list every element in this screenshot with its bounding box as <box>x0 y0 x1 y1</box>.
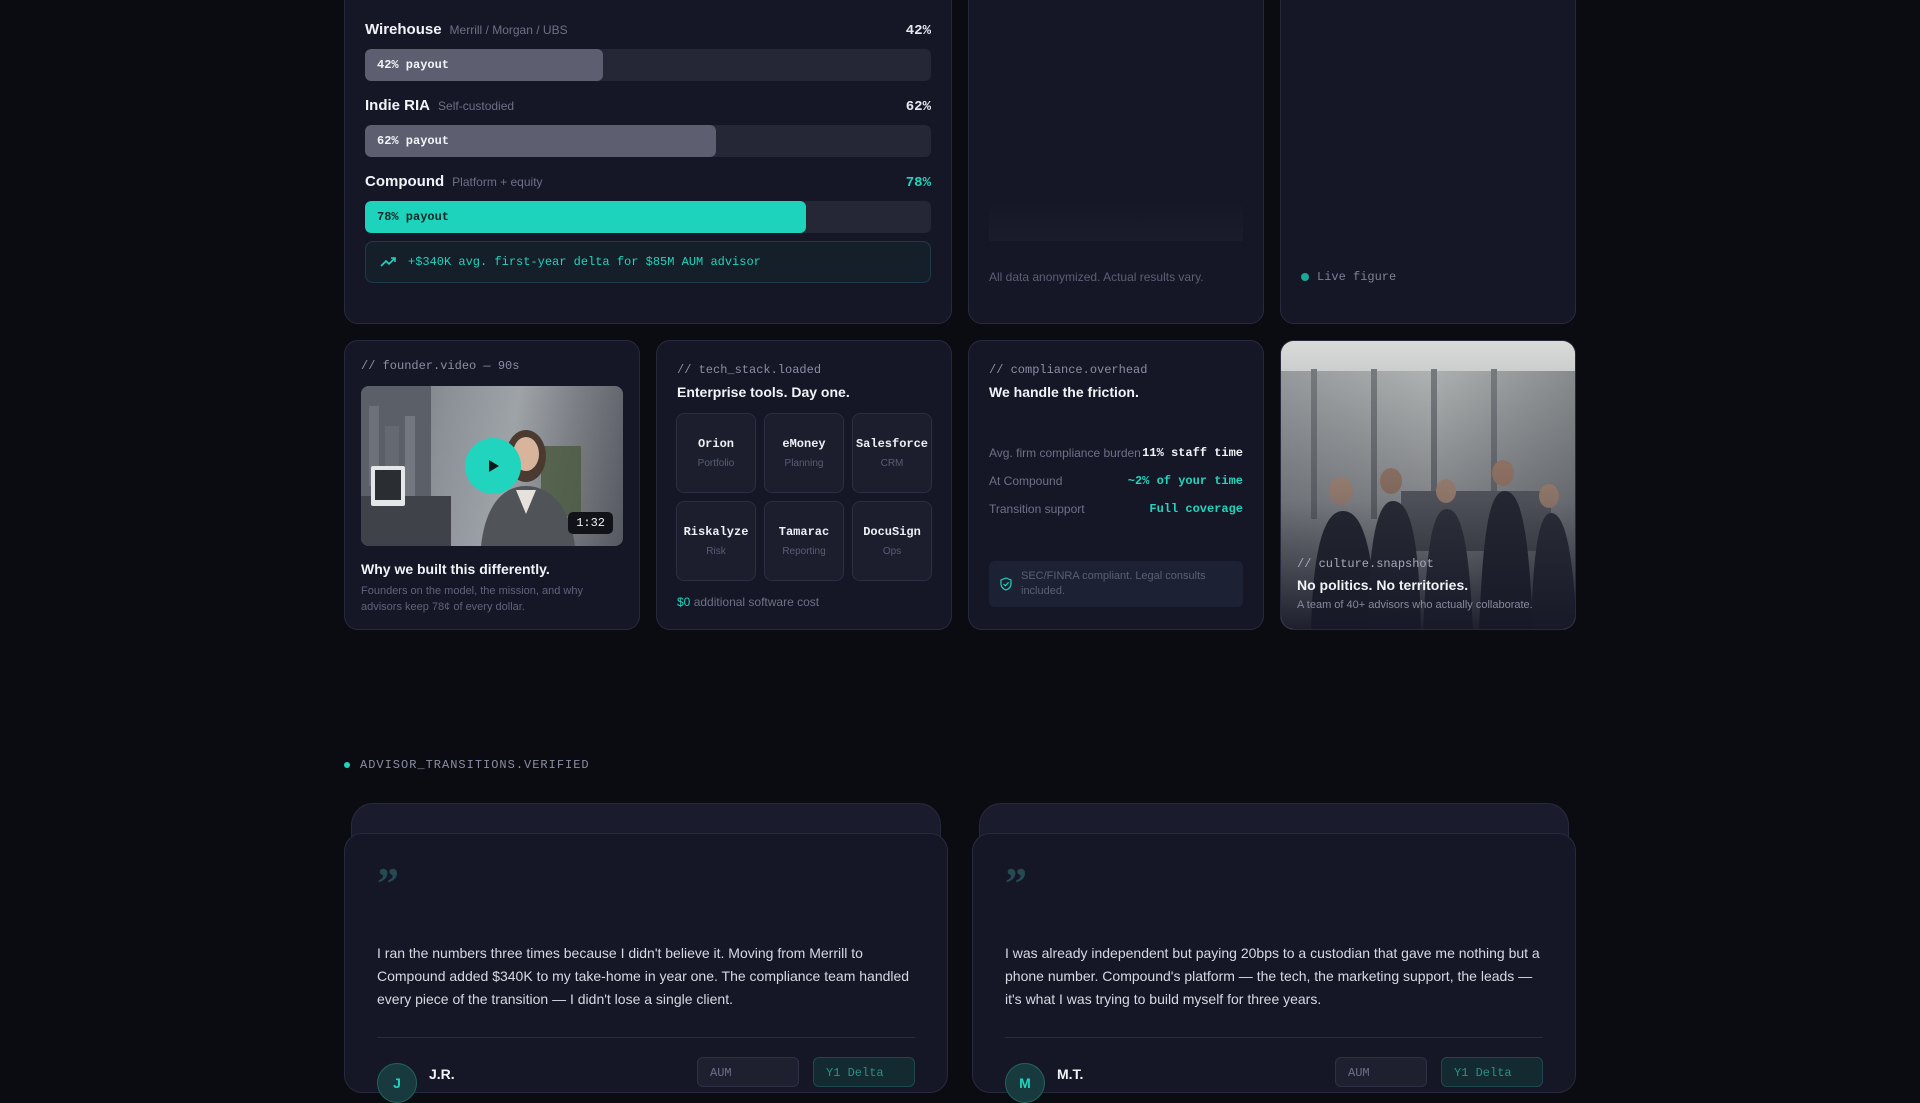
payout-row-name: Compound <box>365 173 445 190</box>
payout-bar-fill: 78% payout <box>365 201 807 233</box>
tool-tile-emoney[interactable]: eMoney Planning <box>764 413 844 493</box>
payout-row-sub: Platform + equity <box>452 175 543 189</box>
culture-title: No politics. No territories. <box>1297 577 1469 593</box>
tool-role: Portfolio <box>697 458 735 469</box>
software-cost: $0 additional software cost <box>677 595 819 609</box>
tool-name: Riskalyze <box>683 525 749 539</box>
testimonial-card: ” I ran the numbers three times because … <box>344 833 948 1103</box>
payout-row-pct: 78% <box>905 175 931 191</box>
fade-overlay <box>989 201 1243 241</box>
tool-role: Planning <box>784 458 824 469</box>
payout-row-compound: Compound Platform + equity 78% 78% payout <box>365 173 931 233</box>
tech-stack-card: // tech_stack.loaded Enterprise tools. D… <box>656 340 952 630</box>
video-duration: 1:32 <box>568 512 613 534</box>
tool-role: CRM <box>880 458 904 469</box>
culture-card: // culture.snapshot No politics. No terr… <box>1280 340 1576 630</box>
payout-bar-track: 78% payout <box>365 201 931 233</box>
tool-name: Salesforce <box>855 437 928 451</box>
compliance-row-key: Transition support <box>989 502 1085 516</box>
founder-desc: Founders on the model, the mission, and … <box>361 585 583 613</box>
tool-grid: Orion Portfolio eMoney Planning Salesforce… <box>676 413 932 581</box>
y1-delta-field: Y1 Delta <box>813 1057 915 1087</box>
live-label: Live figure <box>1317 270 1397 284</box>
compliance-row-key: At Compound <box>989 474 1063 488</box>
aum-field: AUM <box>697 1057 799 1087</box>
y1-delta-field: Y1 Delta <box>1441 1057 1543 1087</box>
divider <box>377 1037 915 1038</box>
live-indicator: Live figure <box>1301 270 1396 284</box>
video-thumbnail[interactable]: 1:32 <box>361 386 623 546</box>
tech-title: Enterprise tools. Day one. <box>677 384 850 400</box>
testimonial-quote: I ran the numbers three times because I … <box>377 945 910 1007</box>
payout-row-pct: 42% <box>905 23 931 39</box>
compliance-row: Avg. firm compliance burden 11% staff ti… <box>989 446 1243 460</box>
founder-title: Why we built this differently. <box>361 561 550 577</box>
payout-row-sub: Self-custodied <box>438 99 515 113</box>
tool-role: Risk <box>706 546 726 557</box>
payout-card: Wirehouse Merrill / Morgan / UBS 42% 42% … <box>344 0 952 324</box>
payout-bar-track: 62% payout <box>365 125 931 157</box>
compliance-row: Transition support Full coverage <box>989 502 1243 516</box>
tool-tile-tamarac[interactable]: Tamarac Reporting <box>764 501 844 581</box>
payout-bar-track: 42% payout <box>365 49 931 81</box>
tool-name: Orion <box>697 437 734 451</box>
testimonial-quote: I was already independent but paying 20b… <box>1005 945 1540 1007</box>
tool-tile-docusign[interactable]: DocuSign Ops <box>852 501 932 581</box>
software-cost-value: $0 <box>677 595 691 609</box>
payout-bar-fill: 42% payout <box>365 49 603 81</box>
compliance-title: We handle the friction. <box>989 384 1139 400</box>
section-label-text: ADVISOR_TRANSITIONS.VERIFIED <box>360 758 590 772</box>
tool-name: DocuSign <box>863 525 921 539</box>
tool-role: Reporting <box>782 546 826 557</box>
culture-label: // culture.snapshot <box>1297 557 1434 571</box>
disclaimer-card: All data anonymized. Actual results vary… <box>968 0 1264 324</box>
play-button[interactable] <box>465 438 521 494</box>
payout-row-wirehouse: Wirehouse Merrill / Morgan / UBS 42% 42% … <box>365 21 931 81</box>
compliance-row-value: Full coverage <box>1149 502 1243 516</box>
divider <box>1005 1037 1543 1038</box>
compliance-card: // compliance.overhead We handle the fri… <box>968 340 1264 630</box>
tool-tile-riskalyze[interactable]: Riskalyze Risk <box>676 501 756 581</box>
compliance-row: At Compound ~2% of your time <box>989 474 1243 488</box>
trending-up-icon <box>380 257 396 267</box>
tool-name: eMoney <box>782 437 826 451</box>
founder-label: // founder.video — 90s <box>361 359 520 373</box>
section-label: ADVISOR_TRANSITIONS.VERIFIED <box>344 758 590 772</box>
tech-label: // tech_stack.loaded <box>677 363 822 377</box>
compliance-row-value: 11% staff time <box>1142 446 1243 460</box>
testimonial-card: ” I was already independent but paying 2… <box>972 833 1576 1103</box>
disclaimer-note: All data anonymized. Actual results vary… <box>989 270 1204 284</box>
quote-icon: ” <box>377 859 399 908</box>
compliance-label: // compliance.overhead <box>989 363 1148 377</box>
avatar: J <box>377 1063 417 1103</box>
payout-row-indie-ria: Indie RIA Self-custodied 62% 62% payout <box>365 97 931 157</box>
culture-desc: A team of 40+ advisors who actually coll… <box>1297 599 1533 611</box>
tool-role: Ops <box>882 546 902 557</box>
compliance-badge-text: SEC/FINRA compliant. Legal consults incl… <box>1021 570 1206 597</box>
software-cost-text: additional software cost <box>693 595 820 609</box>
compliance-row-value: ~2% of your time <box>1127 474 1243 488</box>
avatar: M <box>1005 1063 1045 1103</box>
play-icon <box>489 460 499 472</box>
live-figure-card: Live figure <box>1280 0 1576 324</box>
shield-check-icon <box>1000 577 1012 591</box>
compliance-badge: SEC/FINRA compliant. Legal consults incl… <box>989 561 1243 607</box>
payout-rows: Wirehouse Merrill / Morgan / UBS 42% 42% … <box>365 21 931 233</box>
delta-text: +$340K avg. first-year delta for $85M AU… <box>408 255 761 269</box>
section-dot-icon <box>344 762 350 768</box>
quote-icon: ” <box>1005 859 1027 908</box>
tool-tile-orion[interactable]: Orion Portfolio <box>676 413 756 493</box>
aum-field: AUM <box>1335 1057 1427 1087</box>
payout-row-name: Wirehouse <box>365 21 442 38</box>
tool-name: Tamarac <box>778 525 830 539</box>
founder-video-card: // founder.video — 90s 1:32 Why we built… <box>344 340 640 630</box>
payout-row-pct: 62% <box>905 99 931 115</box>
compliance-row-key: Avg. firm compliance burden <box>989 446 1141 460</box>
tool-tile-salesforce[interactable]: Salesforce CRM <box>852 413 932 493</box>
payout-bar-fill: 62% payout <box>365 125 716 157</box>
live-dot-icon <box>1301 273 1309 281</box>
payout-row-sub: Merrill / Morgan / UBS <box>449 23 568 37</box>
payout-row-name: Indie RIA <box>365 97 431 114</box>
delta-callout: +$340K avg. first-year delta for $85M AU… <box>365 241 931 283</box>
